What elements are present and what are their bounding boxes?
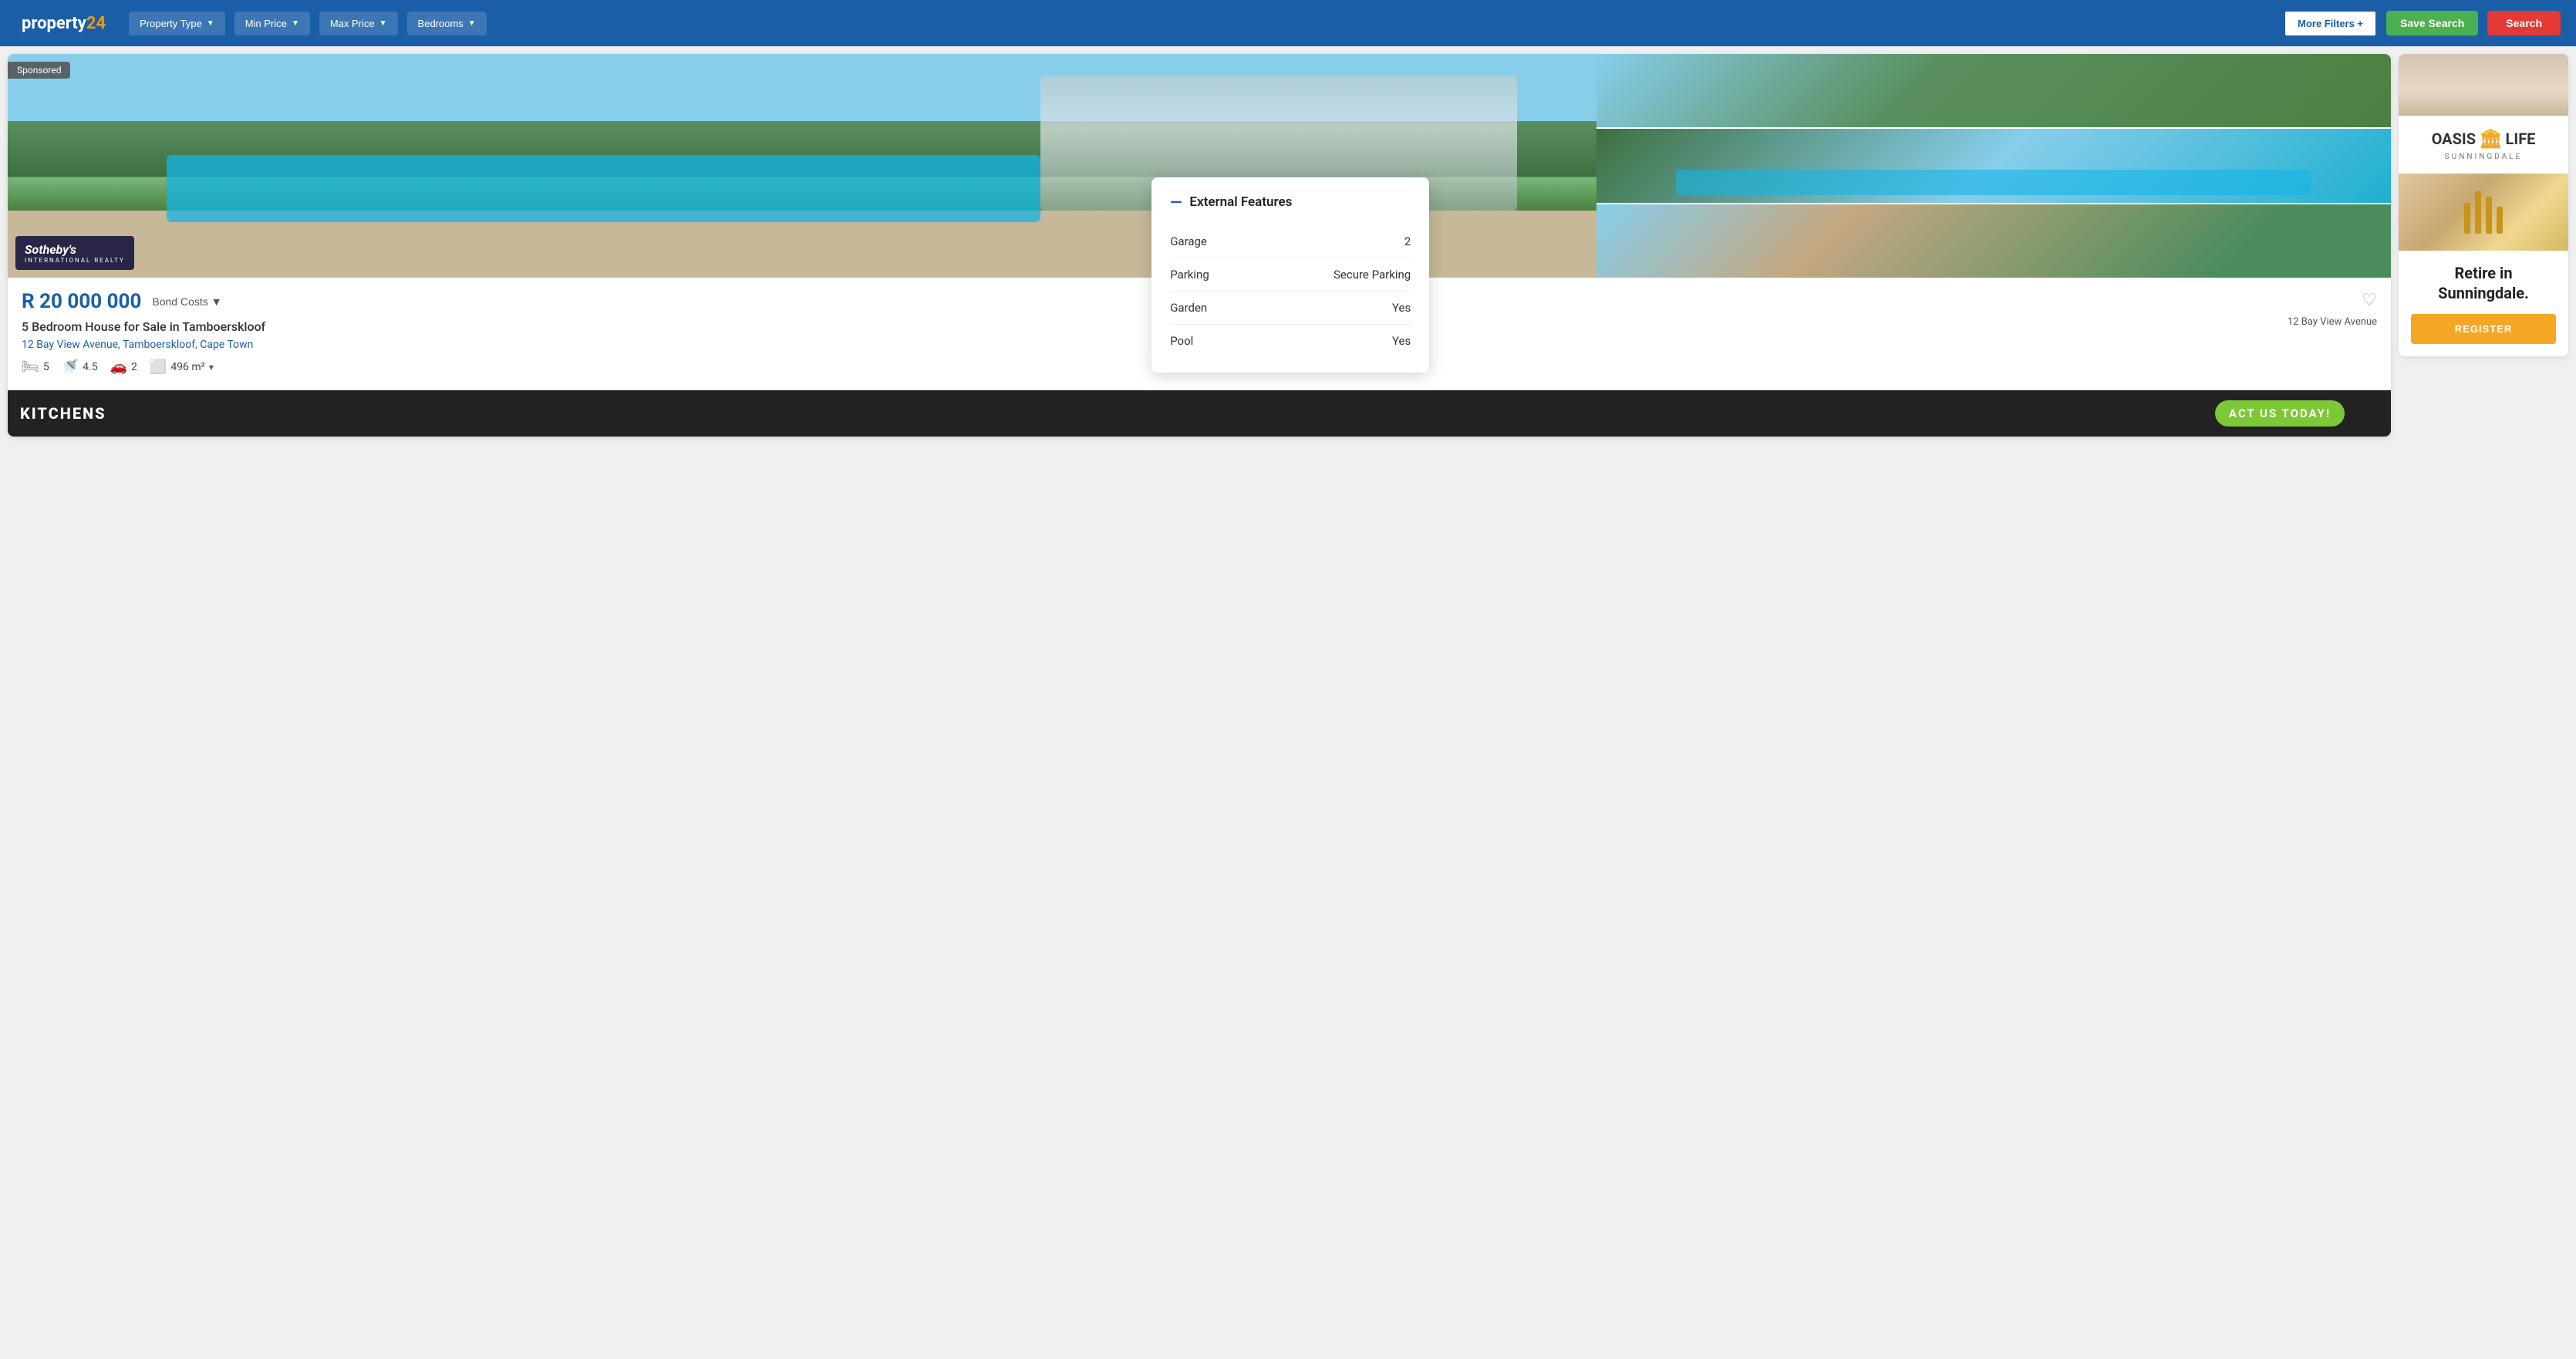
expand-icon[interactable]: ▾ (209, 362, 214, 373)
retire-text: Retire in Sunningdale. (2411, 263, 2556, 303)
oasis-mid-image (2399, 174, 2568, 251)
side-image-2[interactable] (1597, 129, 2391, 202)
bathroom-icon: 🚿 (62, 359, 79, 375)
side-image-3[interactable] (1597, 204, 2391, 278)
pool-row: Pool Yes (1170, 325, 1411, 357)
chevron-down-icon: ▼ (468, 19, 476, 28)
parking-label: Parking (1170, 268, 1209, 282)
oasis-brand2: LIFE (2506, 130, 2536, 148)
main-header: property24 Property Type ▼ Min Price ▼ M… (0, 0, 2576, 46)
garden-row: Garden Yes (1170, 292, 1411, 325)
retire-section: Retire in Sunningdale. REGISTER (2399, 251, 2568, 356)
bond-costs-label: Bond Costs (152, 295, 207, 308)
oasis-ad-card: OASIS 🏛 LIFE SUNNINGDALE Retire in Sunni… (2399, 54, 2568, 356)
bathroom-count: 4.5 (83, 361, 97, 373)
sponsored-badge: Sponsored (8, 62, 70, 79)
search-button[interactable]: Search (2487, 11, 2561, 35)
chevron-down-icon: ▼ (207, 19, 214, 28)
garage-icon: 🚗 (110, 359, 127, 375)
register-button[interactable]: REGISTER (2411, 314, 2556, 344)
oasis-icon: 🏛 (2479, 128, 2502, 150)
chevron-down-icon: ▼ (379, 19, 387, 28)
favorite-button[interactable]: ♡ (2362, 290, 2377, 310)
side-image-1[interactable] (1597, 54, 2391, 127)
listings-column: Sponsored Sotheby's INTERNATIONAL REALTY (8, 54, 2391, 1351)
address-short: 12 Bay View Avenue (2288, 316, 2377, 328)
side-images (1597, 54, 2391, 278)
save-search-label: Save Search (2400, 17, 2464, 29)
garden-value: Yes (1392, 301, 1411, 315)
search-label: Search (2506, 17, 2542, 29)
garage-value: 2 (1404, 234, 1411, 248)
property-card: Sponsored Sotheby's INTERNATIONAL REALTY (8, 54, 2391, 437)
collapse-icon[interactable]: — (1170, 193, 1182, 211)
min-price-label: Min Price (245, 18, 287, 29)
garden-label: Garden (1170, 301, 1207, 315)
garage-row: Garage 2 (1170, 225, 1411, 258)
external-features-title: External Features (1189, 194, 1292, 210)
garage-count: 2 (131, 361, 137, 373)
size-feature: ⬜ 496 m² ▾ (150, 359, 214, 375)
external-features-header: — External Features (1170, 193, 1411, 211)
property-type-filter[interactable]: Property Type ▼ (129, 12, 225, 35)
max-price-filter[interactable]: Max Price ▼ (319, 12, 398, 35)
bedrooms-filter[interactable]: Bedrooms ▼ (407, 12, 487, 35)
garage-feature: 🚗 2 (110, 359, 137, 375)
chevron-down-icon: ▼ (292, 19, 299, 28)
property-type-label: Property Type (140, 18, 202, 29)
chevron-down-icon: ▼ (211, 295, 222, 308)
floor-size: 496 m² (170, 361, 205, 373)
right-sidebar: OASIS 🏛 LIFE SUNNINGDALE Retire in Sunni… (2399, 54, 2568, 1351)
bathroom-feature: 🚿 4.5 (62, 359, 98, 375)
bedrooms-label: Bedrooms (418, 18, 464, 29)
oasis-title: OASIS 🏛 LIFE (2411, 128, 2556, 150)
oasis-brand: OASIS (2432, 130, 2477, 148)
save-search-button[interactable]: Save Search (2386, 11, 2478, 35)
bedroom-icon: 🛏 (22, 359, 39, 375)
bedroom-feature: 🛏 5 (22, 359, 49, 375)
size-icon: ⬜ (150, 359, 167, 375)
sunningdale-label: SUNNINGDALE (2411, 153, 2556, 161)
sothebys-logo: Sotheby's INTERNATIONAL REALTY (15, 236, 134, 270)
pool-label: Pool (1170, 334, 1193, 348)
oasis-logo-area: OASIS 🏛 LIFE SUNNINGDALE (2399, 116, 2568, 174)
min-price-filter[interactable]: Min Price ▼ (234, 12, 310, 35)
more-filters-button[interactable]: More Filters + (2284, 10, 2377, 37)
max-price-label: Max Price (330, 18, 375, 29)
cta-badge[interactable]: ACT US TODAY! (2215, 400, 2345, 427)
external-features-popup: — External Features Garage 2 Parking Sec… (1151, 177, 1429, 373)
more-filters-label: More Filters + (2298, 18, 2363, 29)
kitchens-text: KITCHENS (20, 404, 106, 423)
parking-value: Secure Parking (1334, 268, 1411, 282)
bedroom-count: 5 (43, 361, 49, 373)
parking-row: Parking Secure Parking (1170, 258, 1411, 292)
site-logo: property24 (15, 11, 112, 36)
property-price: R 20 000 000 (22, 290, 141, 313)
main-content: Sponsored Sotheby's INTERNATIONAL REALTY (0, 46, 2576, 1359)
oasis-top-image (2399, 54, 2568, 116)
bottom-ad-strip: KITCHENS ACT US TODAY! (8, 390, 2391, 437)
bond-costs-button[interactable]: Bond Costs ▼ (152, 295, 221, 308)
garage-label: Garage (1170, 234, 1207, 248)
pool-value: Yes (1392, 334, 1411, 348)
